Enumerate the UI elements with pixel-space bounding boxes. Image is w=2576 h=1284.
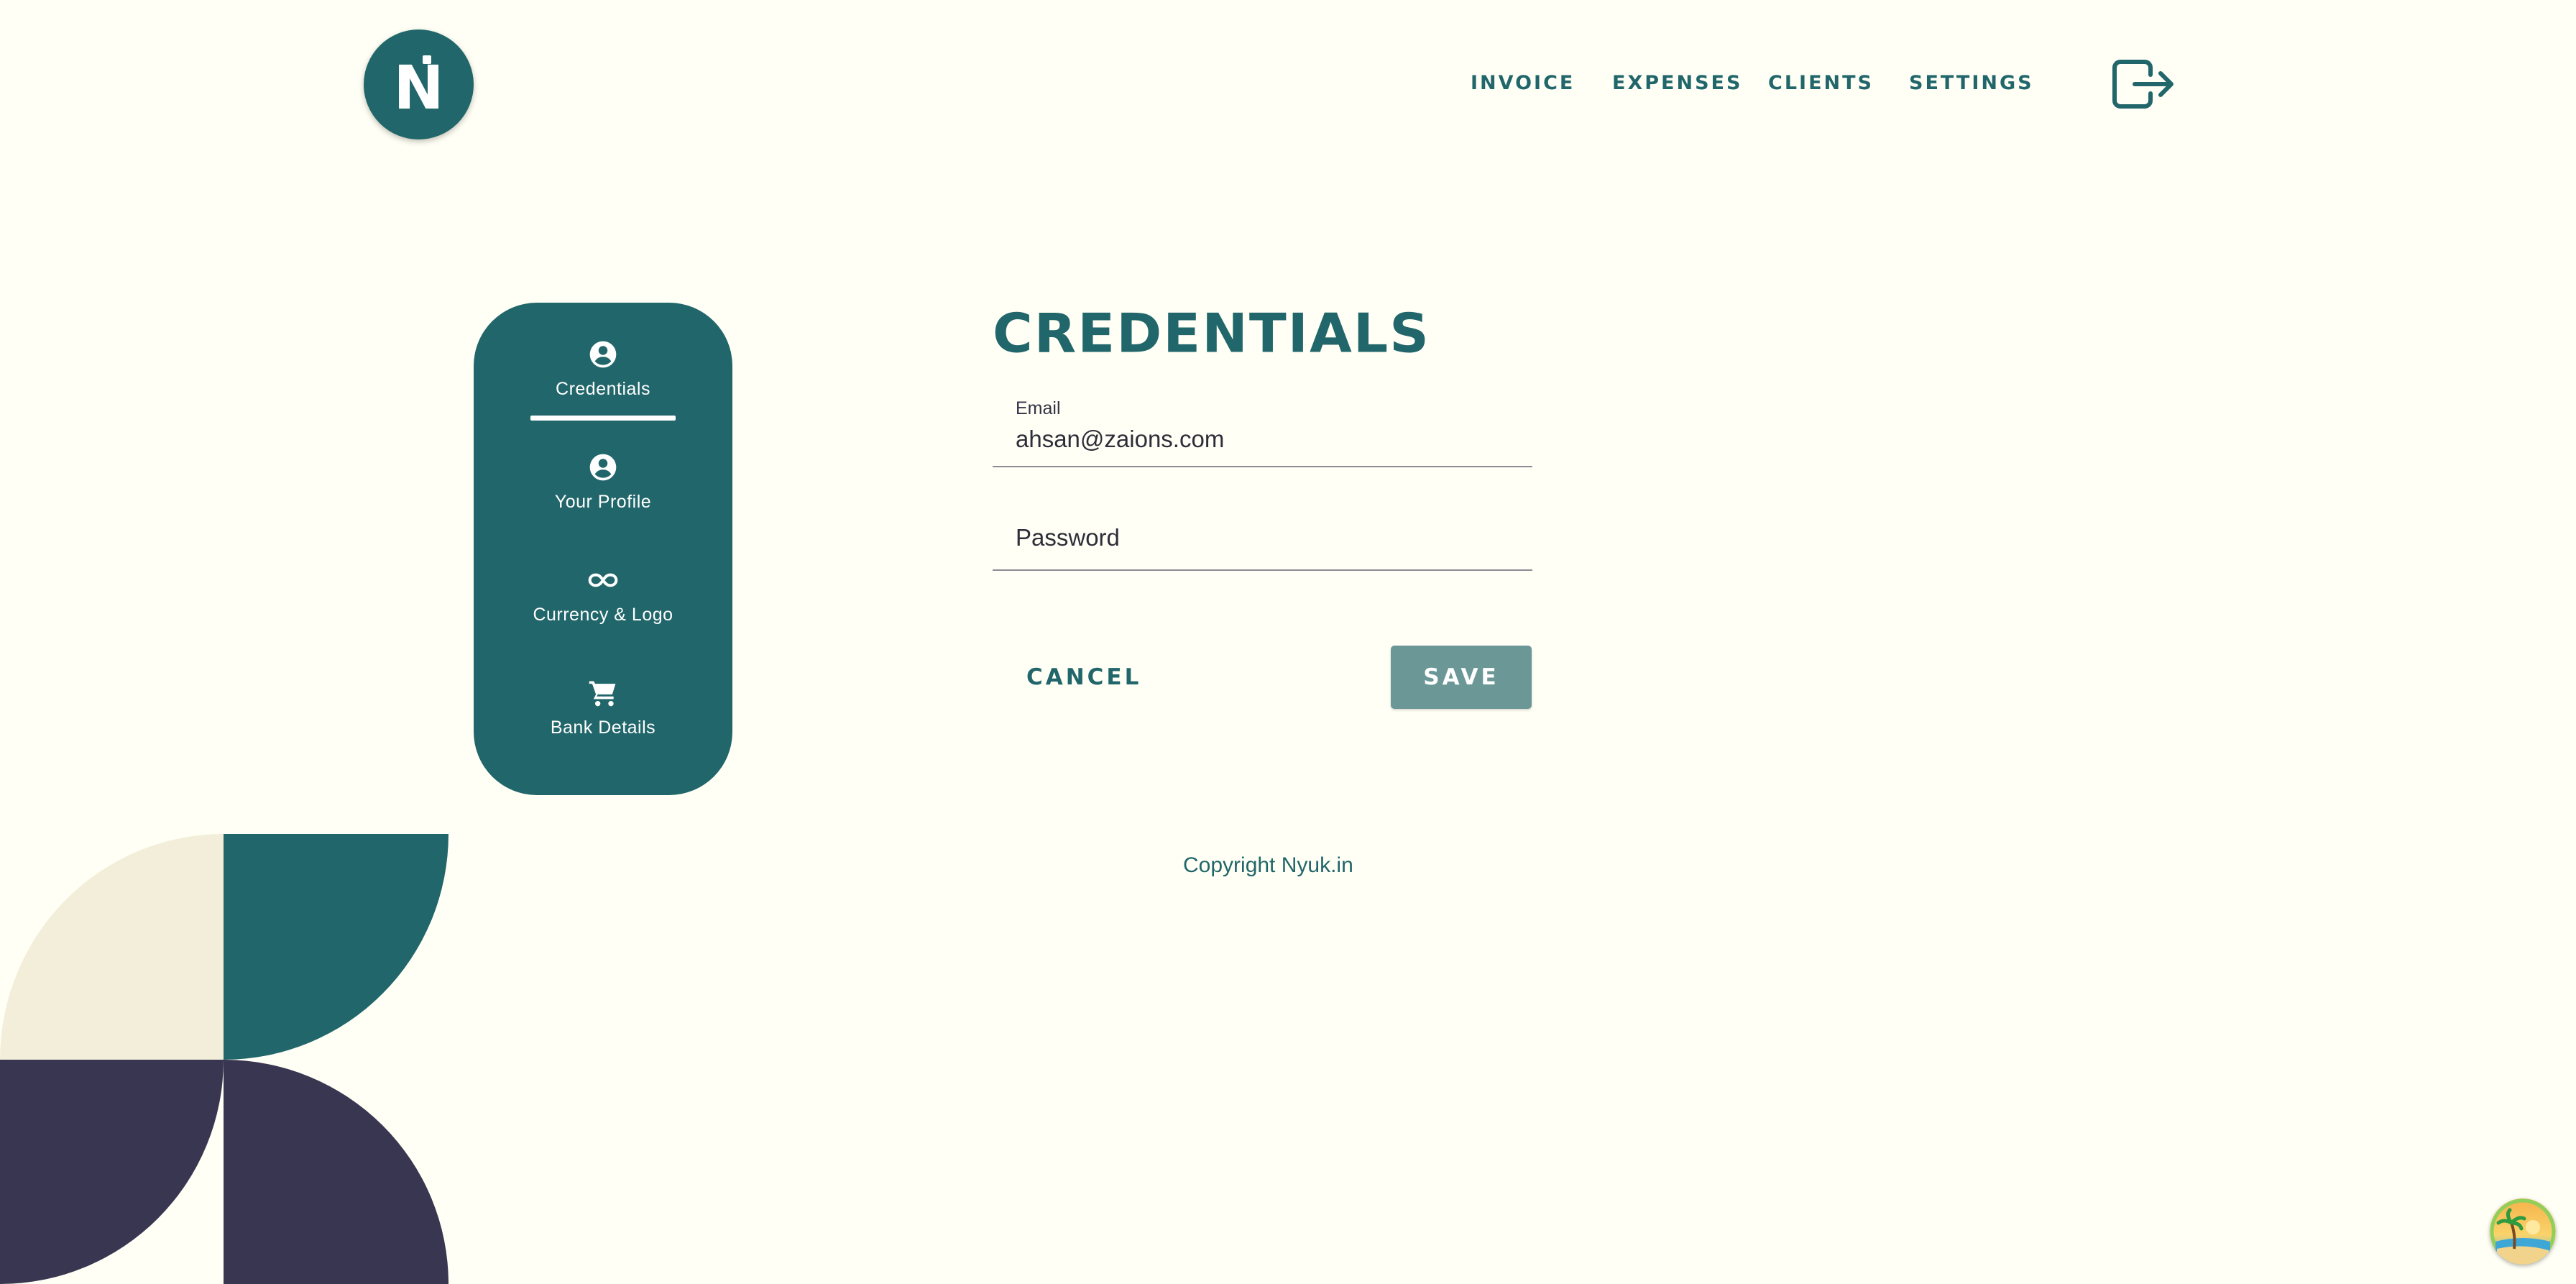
email-field: Email bbox=[993, 394, 1532, 467]
sidebar-item-credentials[interactable]: Credentials bbox=[474, 339, 732, 400]
assistant-badge[interactable] bbox=[2490, 1198, 2556, 1265]
decorative-shapes bbox=[0, 834, 448, 1284]
sidebar-item-label: Your Profile bbox=[554, 492, 652, 512]
active-tab-indicator bbox=[530, 416, 676, 421]
account-circle-icon bbox=[589, 454, 617, 481]
account-circle-icon bbox=[589, 341, 617, 368]
sidebar-item-bank-details[interactable]: Bank Details bbox=[474, 677, 732, 738]
nav-invoice[interactable]: INVOICE bbox=[1471, 72, 1575, 94]
settings-sidebar: Credentials Your Profile Currency & Logo bbox=[474, 303, 732, 795]
password-input[interactable] bbox=[1016, 522, 1519, 554]
beach-icon bbox=[2490, 1198, 2556, 1265]
logo-letter: N bbox=[393, 52, 444, 123]
email-input[interactable] bbox=[1016, 424, 1519, 454]
cancel-button[interactable]: CANCEL bbox=[993, 646, 1165, 709]
sidebar-item-currency-logo[interactable]: Currency & Logo bbox=[474, 564, 732, 625]
infinity-icon bbox=[588, 573, 618, 587]
nav-clients[interactable]: CLIENTS bbox=[1768, 72, 1874, 94]
app-logo[interactable]: N bbox=[364, 29, 474, 139]
save-button[interactable]: SAVE bbox=[1391, 646, 1532, 709]
logout-button[interactable] bbox=[2110, 58, 2176, 111]
nav-expenses[interactable]: EXPENSES bbox=[1612, 72, 1742, 94]
sidebar-item-label: Credentials bbox=[556, 379, 650, 399]
logout-icon bbox=[2112, 60, 2174, 109]
cart-icon bbox=[589, 681, 616, 707]
nav-settings[interactable]: SETTINGS bbox=[1909, 72, 2034, 94]
sidebar-item-label: Currency & Logo bbox=[533, 605, 673, 625]
email-label: Email bbox=[1016, 398, 1061, 418]
sidebar-item-your-profile[interactable]: Your Profile bbox=[474, 451, 732, 513]
page-title: CREDENTIALS bbox=[993, 301, 1430, 365]
copyright-text: Copyright Nyuk.in bbox=[1183, 853, 1353, 877]
sidebar-item-label: Bank Details bbox=[550, 717, 656, 738]
password-field bbox=[993, 496, 1532, 571]
settings-page: N INVOICE EXPENSES CLIENTS SETTINGS Cred… bbox=[0, 0, 2576, 1284]
logo-dot bbox=[423, 55, 431, 64]
